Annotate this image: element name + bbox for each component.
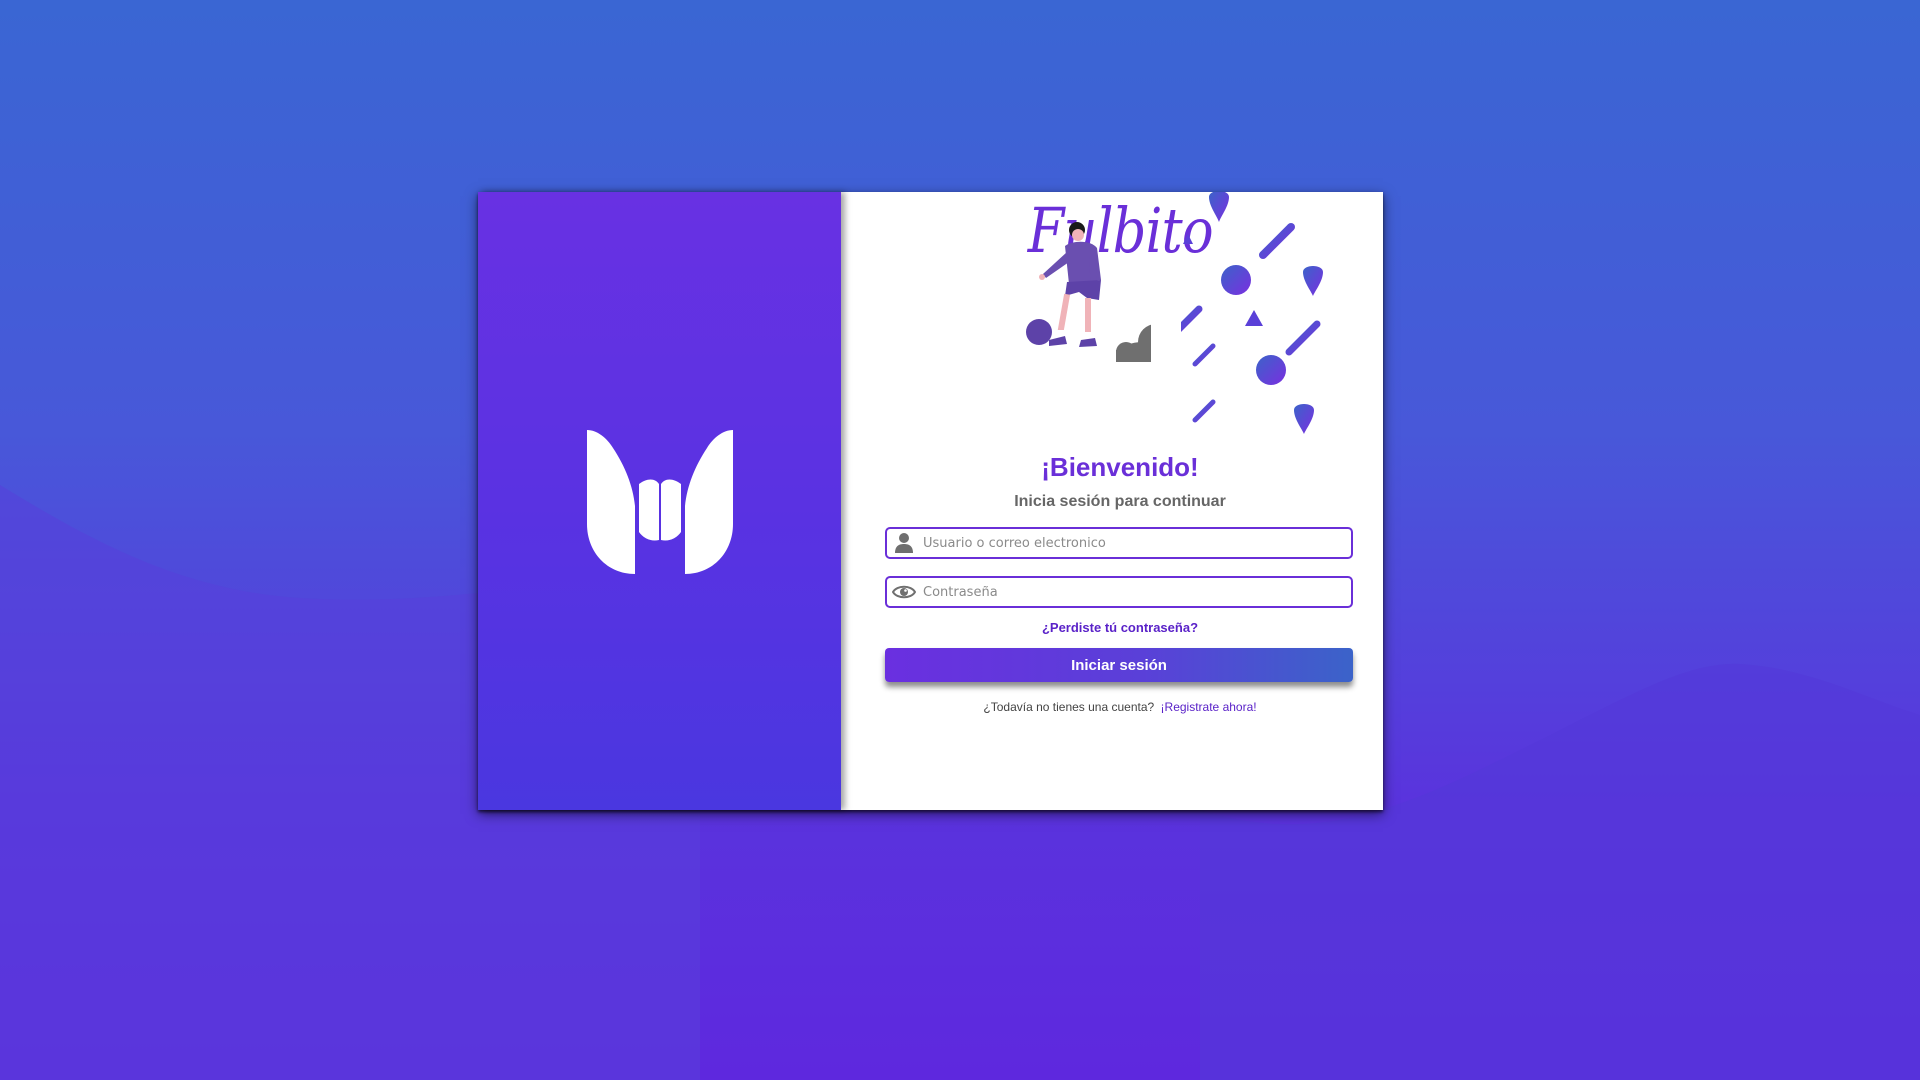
login-subtitle: Inicia sesión para continuar	[1014, 493, 1226, 510]
signup-prompt: ¿Todavía no tienes una cuenta? ¡Registra…	[841, 700, 1399, 714]
login-panel: Fulbito ¡Bienvenido! Inicia sesión para …	[841, 192, 1383, 810]
signup-link[interactable]: ¡Registrate ahora!	[1161, 700, 1257, 714]
password-field	[885, 576, 1353, 608]
player-illustration	[1026, 222, 1151, 362]
user-icon	[887, 529, 921, 557]
confetti-decoration	[1181, 192, 1323, 434]
brand-logo-icon	[587, 430, 733, 574]
brand-panel	[478, 192, 841, 810]
login-button[interactable]: Iniciar sesión	[885, 648, 1353, 682]
forgot-password-link[interactable]: ¿Perdiste tú contraseña?	[841, 620, 1399, 635]
login-card: Fulbito ¡Bienvenido! Inicia sesión para …	[478, 192, 1383, 810]
username-field	[885, 527, 1353, 559]
eye-icon[interactable]	[887, 578, 921, 606]
username-input[interactable]	[921, 530, 1351, 556]
password-input[interactable]	[921, 579, 1351, 605]
no-account-text: ¿Todavía no tienes una cuenta?	[983, 700, 1155, 714]
welcome-heading: ¡Bienvenido!	[1041, 452, 1199, 482]
